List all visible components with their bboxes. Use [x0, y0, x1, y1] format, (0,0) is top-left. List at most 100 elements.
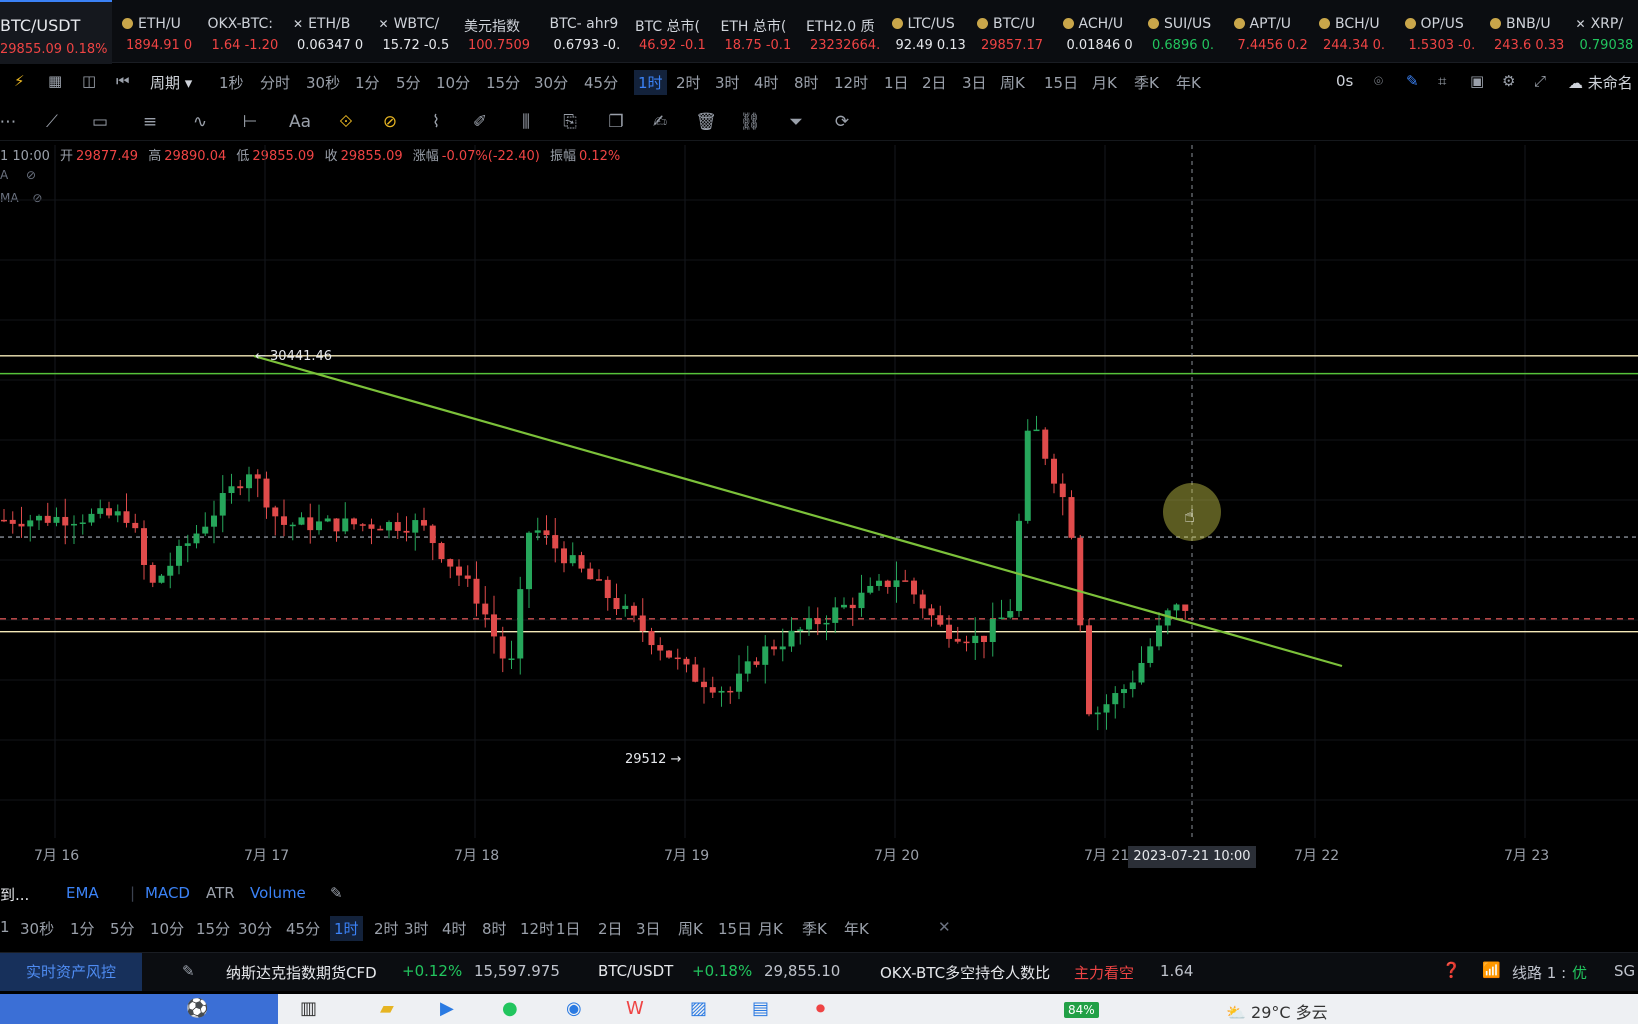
risk-control-button[interactable]: 实时资产风控 — [0, 953, 142, 991]
trash-icon[interactable]: 🗑 — [694, 110, 718, 134]
folder-icon[interactable]: ▰ — [380, 998, 394, 1019]
period-4[interactable]: 5分 — [396, 72, 421, 93]
calendar-icon[interactable]: ▦ — [48, 72, 62, 90]
refresh-icon[interactable]: ⟳ — [830, 110, 854, 134]
clipboard-icon[interactable]: ⎘ — [558, 110, 582, 134]
btc-name[interactable]: BTC/USDT — [598, 962, 673, 980]
period-0[interactable]: 1秒 — [219, 72, 244, 93]
ticker-item[interactable]: ✕ WBTC/15.72 -0.5 — [379, 0, 461, 62]
ticker-item[interactable]: BNB/U 243.6 0.33 — [1490, 0, 1572, 62]
ticker-item[interactable]: BTC/U 29857.17 — [977, 0, 1059, 62]
image-icon[interactable]: ▨ — [690, 998, 707, 1019]
pen-icon[interactable]: ✎ — [182, 962, 195, 980]
bottom-period-10[interactable]: 3时 — [404, 918, 429, 939]
ticker-item[interactable]: ETH2.0 质 23232664. — [806, 0, 888, 62]
period-8[interactable]: 45分 — [584, 72, 618, 93]
bottom-period-19[interactable]: 月K — [758, 918, 783, 939]
pen-icon[interactable]: ✎ — [1406, 72, 1419, 90]
bottom-period-1[interactable]: 30秒 — [20, 918, 54, 939]
ticker-item[interactable]: APT/U 7.4456 0.2 — [1233, 0, 1316, 62]
bottom-period-18[interactable]: 15日 — [718, 918, 752, 939]
chat-icon[interactable]: ● — [502, 998, 518, 1019]
link-icon[interactable]: ⛓ — [738, 110, 762, 134]
lightning-icon[interactable]: ⚡ — [14, 72, 25, 90]
line-tool-icon[interactable]: ⋯ — [0, 110, 20, 134]
bottom-period-13[interactable]: 12时 — [520, 918, 554, 939]
crop-icon[interactable]: ⌗ — [1438, 72, 1446, 90]
ticker-item[interactable]: BTC 总市(46.92 -0.1 — [635, 0, 717, 62]
period-7[interactable]: 30分 — [534, 72, 568, 93]
ticker-item[interactable]: ✕ ETH/B 0.06347 0 — [293, 0, 375, 62]
period-12[interactable]: 4时 — [754, 72, 779, 93]
okx-ratio-name[interactable]: OKX-BTC多空持仓人数比 — [880, 962, 1050, 983]
tab-volume[interactable]: Volume — [250, 884, 306, 902]
fullscreen-icon[interactable]: ⤢ — [1534, 72, 1546, 90]
app-icon[interactable]: ▶ — [440, 998, 454, 1019]
indicator-first[interactable]: 到... — [0, 884, 29, 905]
edit-indicators-icon[interactable]: ✎ — [330, 884, 343, 902]
settings-icon[interactable]: ⚙ — [1502, 72, 1515, 90]
period-10[interactable]: 2时 — [676, 72, 701, 93]
period-21[interactable]: 季K — [1134, 72, 1159, 93]
parallel-lines-icon[interactable]: ≡ — [138, 110, 162, 134]
period-6[interactable]: 15分 — [486, 72, 520, 93]
ticker-item[interactable]: ACH/U 0.01846 0 — [1062, 0, 1145, 62]
bottom-period-14[interactable]: 1日 — [556, 918, 581, 939]
bottom-period-8[interactable]: 1时 — [330, 916, 363, 941]
period-13[interactable]: 8时 — [794, 72, 819, 93]
bottom-period-15[interactable]: 2日 — [598, 918, 623, 939]
period-18[interactable]: 周K — [1000, 72, 1025, 93]
ticker-item[interactable]: SUI/US 0.6896 0. — [1148, 0, 1230, 62]
measure-tool-icon[interactable]: ⊢ — [238, 110, 262, 134]
bottom-period-21[interactable]: 年K — [844, 918, 869, 939]
rewind-icon[interactable]: ⏮ — [116, 72, 130, 90]
period-3[interactable]: 1分 — [355, 72, 380, 93]
bottom-period-9[interactable]: 2时 — [374, 918, 399, 939]
bottom-period-3[interactable]: 5分 — [110, 918, 135, 939]
bottom-period-17[interactable]: 周K — [678, 918, 703, 939]
nasdaq-name[interactable]: 纳斯达克指数期货CFD — [226, 962, 377, 983]
bottom-period-4[interactable]: 10分 — [150, 918, 184, 939]
bottom-period-20[interactable]: 季K — [802, 918, 827, 939]
bottom-period-11[interactable]: 4时 — [442, 918, 467, 939]
price-chart[interactable]: ← 30441.46 29512 → ☝ — [0, 140, 1638, 840]
browser-icon[interactable]: ◉ — [566, 998, 582, 1019]
compare-icon[interactable]: ⫼ — [514, 110, 538, 134]
text-tool-icon[interactable]: Aa — [288, 110, 312, 134]
close-icon[interactable]: ✕ — [938, 918, 951, 936]
period-2[interactable]: 30秒 — [306, 72, 340, 93]
magnet-icon[interactable]: ⟐ — [334, 110, 358, 134]
period-5[interactable]: 10分 — [436, 72, 470, 93]
camera-icon[interactable]: ⌾ — [1374, 72, 1383, 90]
trendline-tool-icon[interactable]: ⟋ — [40, 110, 64, 134]
ticker-item[interactable]: OKX-BTC: 1.64 -1.20 — [208, 0, 290, 62]
ticker-item[interactable]: ✕ XRP/0.79038 — [1576, 0, 1638, 62]
ticker-item[interactable]: 美元指数 100.7509 — [464, 0, 546, 62]
brush-icon[interactable]: ✐ — [468, 110, 492, 134]
cloud-save[interactable]: ☁ 未命名 — [1568, 72, 1633, 93]
taskbar-start-area[interactable] — [0, 994, 278, 1024]
tab-ema[interactable]: EMA — [66, 884, 99, 902]
ball-icon[interactable]: ⚽ — [186, 998, 208, 1019]
period-20[interactable]: 月K — [1092, 72, 1117, 93]
ticker-item[interactable]: LTC/US 92.49 0.13 — [891, 0, 974, 62]
bottom-period-2[interactable]: 1分 — [70, 918, 95, 939]
layout-icon[interactable]: ◫ — [82, 72, 96, 90]
bottom-period-6[interactable]: 30分 — [238, 918, 272, 939]
ruler-icon[interactable]: ⌇ — [424, 110, 448, 134]
period-19[interactable]: 15日 — [1044, 72, 1078, 93]
lock-drawings-icon[interactable]: ⊘ — [378, 110, 402, 134]
wps-icon[interactable]: W — [626, 998, 644, 1019]
period-select[interactable]: 周期 ▾ — [150, 72, 192, 93]
current-symbol-tab[interactable]: BTC/USDT 29855.09 0.18% — [0, 0, 112, 64]
bottom-period-0[interactable]: 1 — [0, 918, 10, 936]
bottom-period-12[interactable]: 8时 — [482, 918, 507, 939]
line-label[interactable]: 线路 1 : — [1512, 962, 1566, 983]
help-icon[interactable]: ❓ — [1442, 961, 1461, 979]
filter-icon[interactable]: ⏷ — [784, 110, 808, 134]
period-11[interactable]: 3时 — [715, 72, 740, 93]
tab-macd[interactable]: MACD — [145, 884, 190, 902]
period-22[interactable]: 年K — [1176, 72, 1201, 93]
ticker-item[interactable]: OP/US 1.5303 -0. — [1404, 0, 1487, 62]
tab-atr[interactable]: ATR — [206, 884, 235, 902]
